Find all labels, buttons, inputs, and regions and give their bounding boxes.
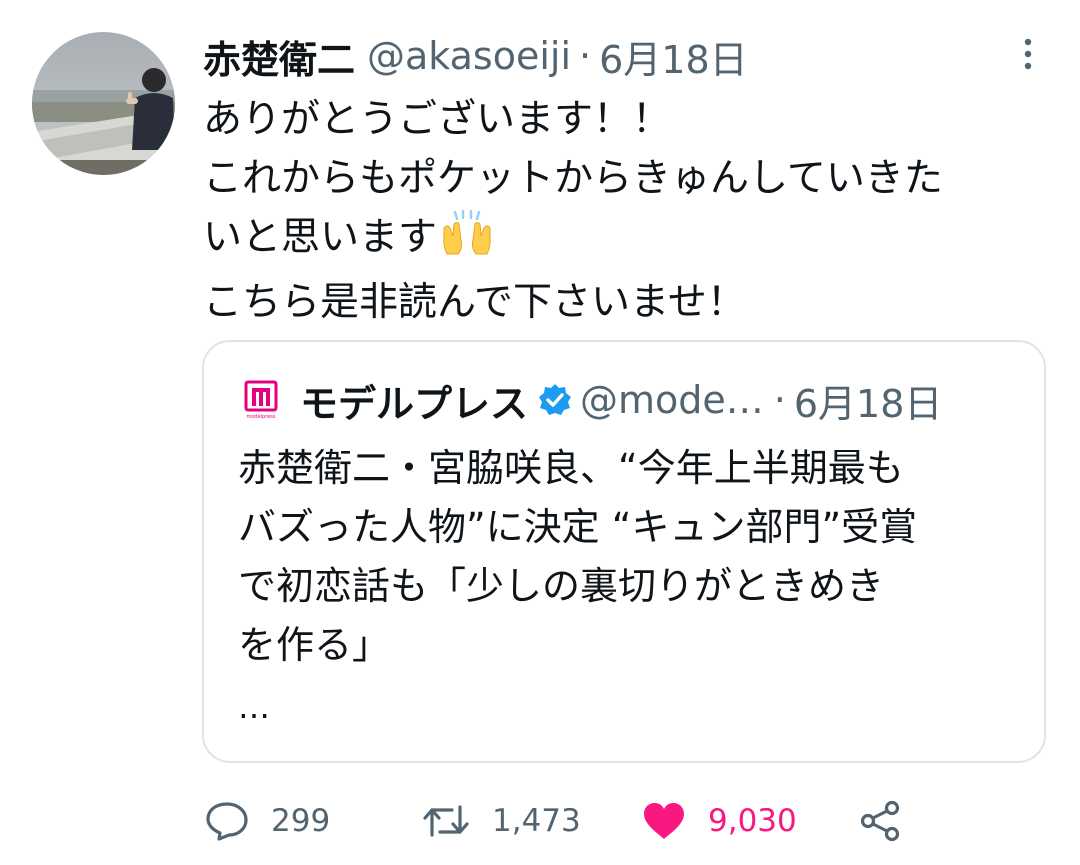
quoted-text-line: を作る」 <box>238 623 391 667</box>
more-options-button[interactable] <box>1008 34 1048 74</box>
reply-icon <box>206 802 248 841</box>
tweet-text-line: いと思います <box>203 208 1053 273</box>
quoted-tweet[interactable]: modelpress モデルプレス @mode… · 6月18日 赤楚衛二・宮脇… <box>202 340 1046 763</box>
author-handle[interactable]: @akasoeiji <box>367 34 571 78</box>
modelpress-logo: modelpress <box>244 380 278 420</box>
retweet-icon <box>423 805 469 837</box>
share-button[interactable] <box>859 796 925 846</box>
tweet-text: ありがとうございます！！ これからもポケットからきゅんしていきた いと思います … <box>203 90 1053 332</box>
tweet-text-line: こちら是非読んで下さいませ！ <box>203 280 746 325</box>
more-vertical-icon <box>1024 38 1032 70</box>
tweet-date[interactable]: 6月18日 <box>599 29 748 84</box>
retweet-count: 1,473 <box>492 803 581 839</box>
quoted-tweet-ellipsis: … <box>238 688 270 726</box>
quoted-text-line: バズった人物”に決定 “キュン部門”受賞 <box>238 505 918 549</box>
reply-count: 299 <box>271 803 331 839</box>
tweet-text-line: ありがとうございます！！ <box>203 97 672 142</box>
retweet-button[interactable]: 1,473 <box>422 796 581 846</box>
verified-badge-icon <box>538 383 572 417</box>
avatar[interactable] <box>32 32 175 175</box>
quoted-author-display-name: モデルプレス <box>300 381 529 426</box>
like-count: 9,030 <box>708 803 797 839</box>
quoted-text-line: 赤楚衛二・宮脇咲良、“今年上半期最も <box>238 446 904 490</box>
header-separator: · <box>579 34 592 78</box>
reply-button[interactable]: 299 <box>205 796 330 846</box>
tweet-actions: 299 1,473 9,030 <box>205 796 1065 846</box>
svg-text:modelpress: modelpress <box>247 414 276 420</box>
quoted-header-separator: · <box>773 378 786 422</box>
tweet: 赤楚衛二 @akasoeiji · 6月18日 ありがとうございます！！ これか… <box>0 0 1080 865</box>
quoted-text-line: で初恋話も「少しの裏切りがときめき <box>238 564 885 608</box>
like-button[interactable]: 9,030 <box>642 796 797 846</box>
quoted-tweet-header: modelpress モデルプレス @mode… · 6月18日 <box>244 372 942 428</box>
tweet-header: 赤楚衛二 @akasoeiji · 6月18日 <box>203 28 748 84</box>
raising-hands-emoji <box>441 209 493 273</box>
quoted-author-handle: @mode… <box>580 378 764 422</box>
author-display-name[interactable]: 赤楚衛二 <box>203 29 355 84</box>
heart-filled-icon <box>644 803 684 839</box>
share-icon <box>860 800 900 842</box>
tweet-text-line: これからもポケットからきゅんしていきた <box>203 156 943 201</box>
quoted-tweet-text: 赤楚衛二・宮脇咲良、“今年上半期最も バズった人物”に決定 “キュン部門”受賞 … <box>238 439 1018 675</box>
quoted-tweet-date: 6月18日 <box>793 381 943 426</box>
